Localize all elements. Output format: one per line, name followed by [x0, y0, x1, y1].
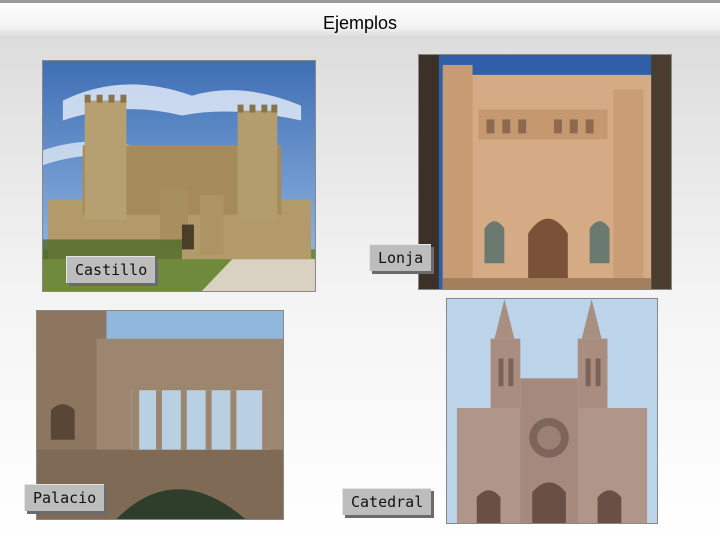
palacio-caption: Palacio [24, 484, 105, 511]
title-bar: Ejemplos [0, 0, 720, 38]
catedral-photo [446, 298, 658, 524]
slide-title: Ejemplos [322, 13, 398, 33]
catedral-caption: Catedral [342, 488, 432, 515]
cathedral-image [447, 299, 657, 523]
lonja-photo [418, 54, 672, 290]
castillo-caption: Castillo [66, 256, 156, 283]
lonja-image [419, 55, 671, 289]
lonja-caption: Lonja [369, 244, 432, 271]
